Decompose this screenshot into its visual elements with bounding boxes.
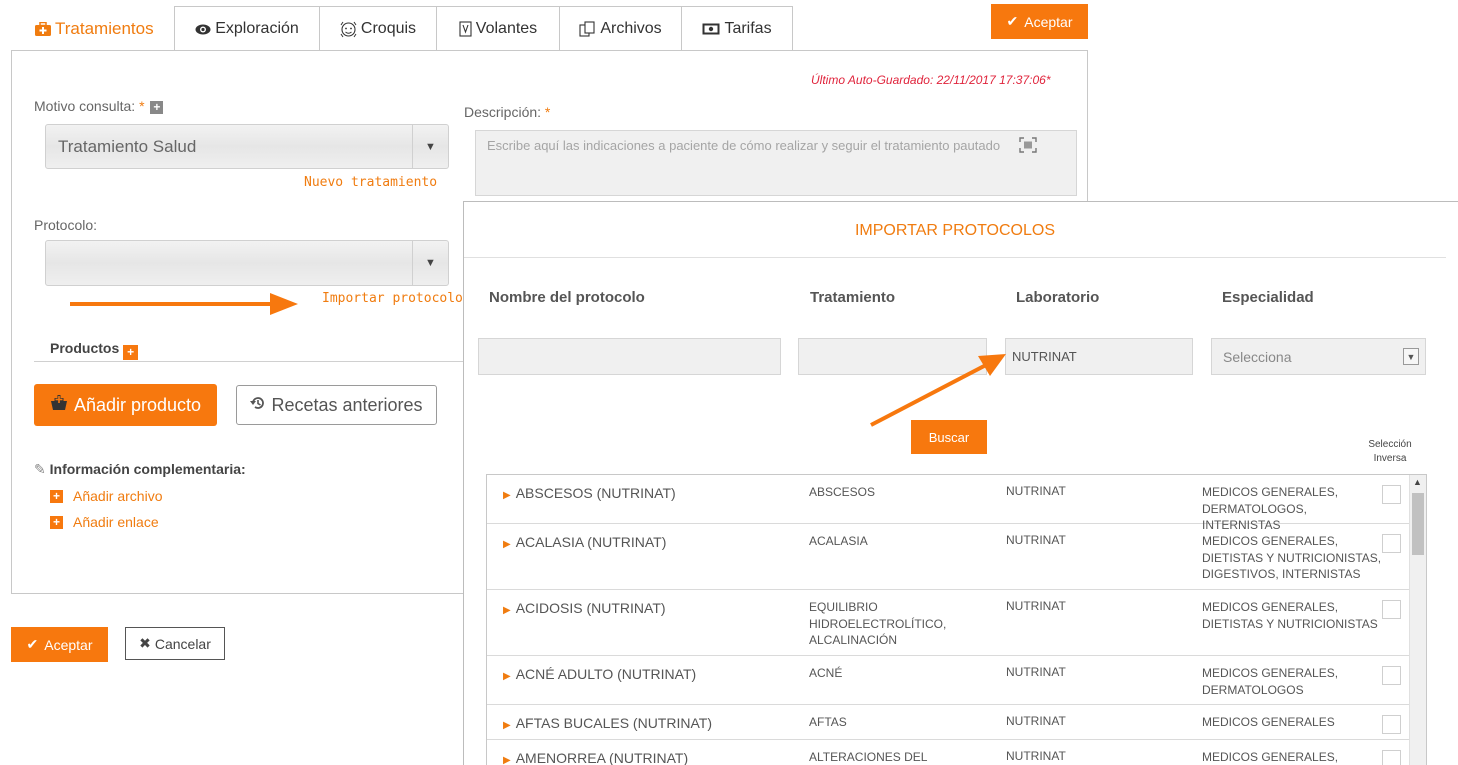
motivo-label: Motivo consulta: * + <box>34 98 164 114</box>
previous-recipes-button[interactable]: Recetas anteriores <box>236 385 437 425</box>
add-motivo-icon[interactable]: + <box>150 101 164 114</box>
history-icon <box>250 395 266 416</box>
expand-icon[interactable] <box>1019 137 1037 156</box>
laboratorio-filter-input[interactable]: NUTRINAT <box>1005 338 1193 375</box>
table-scrollbar[interactable]: ▲ <box>1409 475 1426 765</box>
add-product-button[interactable]: Añadir producto <box>34 384 217 426</box>
eye-icon <box>195 24 211 35</box>
expand-arrow-icon[interactable]: ▶ <box>503 755 511 765</box>
check-icon: ✔ <box>1006 13 1019 29</box>
add-file-link[interactable]: + Añadir archivo <box>50 488 163 504</box>
autosave-status: Último Auto-Guardado: 22/11/2017 17:37:0… <box>811 73 1051 87</box>
document-icon <box>459 21 472 37</box>
tab-label: Exploración <box>215 20 299 37</box>
descripcion-label: Descripción: * <box>464 104 551 120</box>
scroll-up-icon[interactable]: ▲ <box>1413 477 1422 487</box>
row-checkbox[interactable] <box>1382 485 1401 504</box>
descripcion-textarea[interactable]: Escribe aquí las indicaciones a paciente… <box>475 130 1077 196</box>
tab-volantes[interactable]: Volantes <box>436 6 560 51</box>
especialidad-select[interactable]: Selecciona ▼ <box>1211 338 1426 375</box>
tab-tarifas[interactable]: Tarifas <box>681 6 793 51</box>
productos-header: Productos + <box>50 340 139 360</box>
check-icon: ✔ <box>26 636 39 652</box>
tab-label: Volantes <box>475 20 538 37</box>
expand-arrow-icon[interactable]: ▶ <box>503 490 511 501</box>
nuevo-tratamiento-link[interactable]: Nuevo tratamiento <box>304 175 437 190</box>
col-tratamiento: Tratamiento <box>810 289 896 306</box>
tab-tratamientos[interactable]: Tratamientos <box>12 6 175 51</box>
row-checkbox[interactable] <box>1382 750 1401 765</box>
chevron-down-icon: ▼ <box>412 125 448 168</box>
plus-icon: + <box>50 489 63 503</box>
bottom-accept-button[interactable]: ✔ Aceptar <box>11 627 108 662</box>
search-button[interactable]: Buscar <box>911 420 987 454</box>
table-row[interactable]: ▶ ACALASIA (NUTRINAT) ACALASIA NUTRINAT M… <box>487 524 1410 590</box>
paperclip-icon: ✎ <box>34 461 46 477</box>
close-icon: ✖ <box>139 635 151 651</box>
money-icon <box>702 23 720 35</box>
nombre-filter-input[interactable] <box>478 338 781 375</box>
inverse-selection-label: Selección Inversa <box>1368 439 1412 464</box>
productos-divider <box>34 361 464 362</box>
tab-label: Croquis <box>360 20 417 37</box>
tab-label: Archivos <box>600 20 662 37</box>
expand-arrow-icon[interactable]: ▶ <box>503 720 511 731</box>
basket-plus-icon <box>50 394 68 416</box>
table-row[interactable]: ▶ ACIDOSIS (NUTRINAT) EQUILIBRIO HIDROELE… <box>487 590 1410 656</box>
tab-croquis[interactable]: Croquis <box>319 6 437 51</box>
expand-arrow-icon[interactable]: ▶ <box>503 605 511 616</box>
add-producto-icon[interactable]: + <box>123 345 139 360</box>
expand-arrow-icon[interactable]: ▶ <box>503 671 511 682</box>
face-icon <box>340 21 357 38</box>
tab-archivos[interactable]: Archivos <box>559 6 682 51</box>
tab-exploracion[interactable]: Exploración <box>174 6 320 51</box>
expand-arrow-icon[interactable]: ▶ <box>503 539 511 550</box>
importar-protocolo-link[interactable]: Importar protocolo <box>322 291 463 306</box>
col-especialidad: Especialidad <box>1222 289 1314 306</box>
row-checkbox[interactable] <box>1382 715 1401 734</box>
modal-title: IMPORTAR PROTOCOLOS <box>854 222 1056 239</box>
table-row[interactable]: ▶AMENORREA (NUTRINAT) ALTERACIONES DEL C… <box>487 740 1410 765</box>
tab-label: Tratamientos <box>55 19 154 38</box>
medkit-icon <box>35 22 51 36</box>
table-row[interactable]: ▶ ABSCESOS (NUTRINAT) ABSCESOS NUTRINAT M… <box>487 475 1410 532</box>
info-complementaria-title: ✎ Información complementaria: <box>34 461 246 477</box>
files-icon <box>579 21 596 37</box>
protocolo-label: Protocolo: <box>34 217 98 233</box>
add-link-link[interactable]: + Añadir enlace <box>50 514 159 530</box>
row-checkbox[interactable] <box>1382 600 1401 619</box>
col-laboratorio: Laboratorio <box>1016 289 1100 306</box>
motivo-select[interactable]: Tratamiento Salud ▼ <box>45 124 449 169</box>
top-accept-button[interactable]: ✔ Aceptar <box>991 4 1088 39</box>
row-checkbox[interactable] <box>1382 666 1401 685</box>
cancel-button[interactable]: ✖ Cancelar <box>125 627 225 660</box>
scrollbar-thumb[interactable] <box>1412 493 1424 555</box>
modal-divider <box>464 257 1446 258</box>
tab-label: Tarifas <box>724 20 772 37</box>
plus-icon: + <box>50 515 63 529</box>
table-row[interactable]: ▶ ACNÉ ADULTO (NUTRINAT) ACNÉ NUTRINAT ME… <box>487 656 1410 705</box>
arrow-annotation <box>70 290 300 321</box>
protocols-table: ▶ ABSCESOS (NUTRINAT) ABSCESOS NUTRINAT M… <box>486 474 1427 765</box>
col-nombre: Nombre del protocolo <box>489 289 645 306</box>
row-checkbox[interactable] <box>1382 534 1401 553</box>
protocolo-select[interactable]: ▼ <box>45 240 449 286</box>
chevron-down-icon: ▼ <box>1403 348 1419 365</box>
import-protocols-modal: IMPORTAR PROTOCOLOS Nombre del protocolo… <box>463 201 1458 765</box>
table-row[interactable]: ▶ AFTAS BUCALES (NUTRINAT) AFTAS NUTRINAT… <box>487 705 1410 740</box>
chevron-down-icon: ▼ <box>412 241 448 285</box>
